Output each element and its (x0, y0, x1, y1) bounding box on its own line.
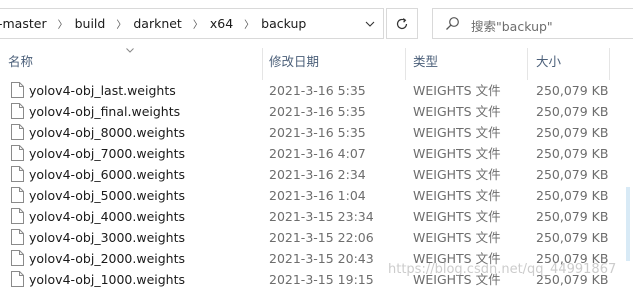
file-size: 250,079 KB (536, 146, 609, 161)
search-icon (446, 17, 459, 30)
file-name[interactable]: yolov4-obj_7000.weights (29, 143, 185, 164)
file-type: WEIGHTS 文件 (413, 188, 501, 203)
file-type: WEIGHTS 文件 (413, 209, 501, 224)
breadcrumb-item-build[interactable]: build (73, 16, 108, 31)
file-icon (11, 271, 24, 287)
file-size: 250,079 KB (536, 83, 609, 98)
file-type: WEIGHTS 文件 (413, 146, 501, 161)
file-name[interactable]: yolov4-obj_8000.weights (29, 122, 185, 143)
file-icon (11, 145, 24, 161)
file-size: 250,079 KB (536, 188, 609, 203)
column-header-row: 名称 修改日期 类型 大小 (0, 44, 633, 80)
column-divider[interactable] (405, 48, 406, 80)
breadcrumb-separator-icon[interactable]: 〉 (58, 16, 68, 31)
breadcrumb-separator-icon[interactable]: 〉 (193, 16, 203, 31)
file-date: 2021-3-16 5:35 (269, 83, 366, 98)
scrollbar-track[interactable] (626, 187, 630, 261)
address-history-button[interactable] (357, 9, 382, 38)
column-divider[interactable] (527, 48, 528, 80)
breadcrumb-item-master[interactable]: -master (0, 16, 49, 31)
file-type: WEIGHTS 文件 (413, 230, 501, 245)
watermark-text: https://blog.csdn.net/qq_44991867 (388, 262, 617, 277)
file-size: 250,079 KB (536, 125, 609, 140)
file-icon (11, 208, 24, 224)
file-type: WEIGHTS 文件 (413, 83, 501, 98)
file-row[interactable]: yolov4-obj_6000.weights 2021-3-16 2:34 W… (0, 164, 633, 185)
file-size: 250,079 KB (536, 104, 609, 119)
file-date: 2021-3-16 5:35 (269, 125, 366, 140)
search-box[interactable]: 搜索"backup" (432, 8, 633, 39)
file-name[interactable]: yolov4-obj_last.weights (29, 80, 176, 101)
file-icon (11, 229, 24, 245)
file-type: WEIGHTS 文件 (413, 125, 501, 140)
column-divider[interactable] (262, 48, 263, 80)
file-date: 2021-3-15 19:15 (269, 272, 374, 287)
file-type: WEIGHTS 文件 (413, 104, 501, 119)
column-divider[interactable] (609, 48, 610, 80)
file-name[interactable]: yolov4-obj_3000.weights (29, 227, 185, 248)
file-date: 2021-3-16 2:34 (269, 167, 366, 182)
breadcrumb-separator-icon[interactable]: 〉 (244, 16, 254, 31)
file-date: 2021-3-16 1:04 (269, 188, 366, 203)
refresh-icon (396, 17, 408, 29)
column-header-date[interactable]: 修改日期 (269, 44, 319, 80)
file-row[interactable]: yolov4-obj_final.weights 2021-3-16 5:35 … (0, 101, 633, 122)
search-input[interactable]: 搜索"backup" (471, 16, 553, 35)
file-name[interactable]: yolov4-obj_final.weights (29, 101, 180, 122)
column-header-size[interactable]: 大小 (536, 44, 561, 80)
file-row[interactable]: yolov4-obj_4000.weights 2021-3-15 23:34 … (0, 206, 633, 227)
file-date: 2021-3-15 20:43 (269, 251, 374, 266)
file-row[interactable]: yolov4-obj_last.weights 2021-3-16 5:35 W… (0, 80, 633, 101)
file-row[interactable]: yolov4-obj_7000.weights 2021-3-16 4:07 W… (0, 143, 633, 164)
breadcrumb-item-x64[interactable]: x64 (208, 16, 235, 31)
file-icon (11, 187, 24, 203)
chevron-down-icon (365, 21, 374, 27)
file-size: 250,079 KB (536, 167, 609, 182)
file-icon (11, 250, 24, 266)
file-name[interactable]: yolov4-obj_6000.weights (29, 164, 185, 185)
file-size: 250,079 KB (536, 230, 609, 245)
file-icon (11, 103, 24, 119)
file-row[interactable]: yolov4-obj_3000.weights 2021-3-15 22:06 … (0, 227, 633, 248)
column-header-type[interactable]: 类型 (413, 44, 438, 80)
file-row[interactable]: yolov4-obj_5000.weights 2021-3-16 1:04 W… (0, 185, 633, 206)
refresh-button[interactable] (386, 8, 418, 39)
file-size: 250,079 KB (536, 209, 609, 224)
address-bar[interactable]: -master 〉 build 〉 darknet 〉 x64 〉 backup (0, 8, 384, 39)
file-name[interactable]: yolov4-obj_1000.weights (29, 269, 185, 290)
file-icon (11, 82, 24, 98)
file-date: 2021-3-16 4:07 (269, 146, 366, 161)
file-name[interactable]: yolov4-obj_2000.weights (29, 248, 185, 269)
file-name[interactable]: yolov4-obj_4000.weights (29, 206, 185, 227)
column-header-name[interactable]: 名称 (8, 44, 33, 80)
file-date: 2021-3-15 23:34 (269, 209, 374, 224)
file-icon (11, 166, 24, 182)
breadcrumb-separator-icon[interactable]: 〉 (116, 16, 126, 31)
file-type: WEIGHTS 文件 (413, 167, 501, 182)
file-date: 2021-3-16 5:35 (269, 104, 366, 119)
file-row[interactable]: yolov4-obj_8000.weights 2021-3-16 5:35 W… (0, 122, 633, 143)
breadcrumb-item-darknet[interactable]: darknet (131, 16, 184, 31)
breadcrumb-item-backup[interactable]: backup (259, 16, 308, 31)
file-icon (11, 124, 24, 140)
breadcrumb: -master 〉 build 〉 darknet 〉 x64 〉 backup (0, 9, 308, 38)
file-list: yolov4-obj_last.weights 2021-3-16 5:35 W… (0, 80, 633, 290)
file-name[interactable]: yolov4-obj_5000.weights (29, 185, 185, 206)
file-date: 2021-3-15 22:06 (269, 230, 374, 245)
